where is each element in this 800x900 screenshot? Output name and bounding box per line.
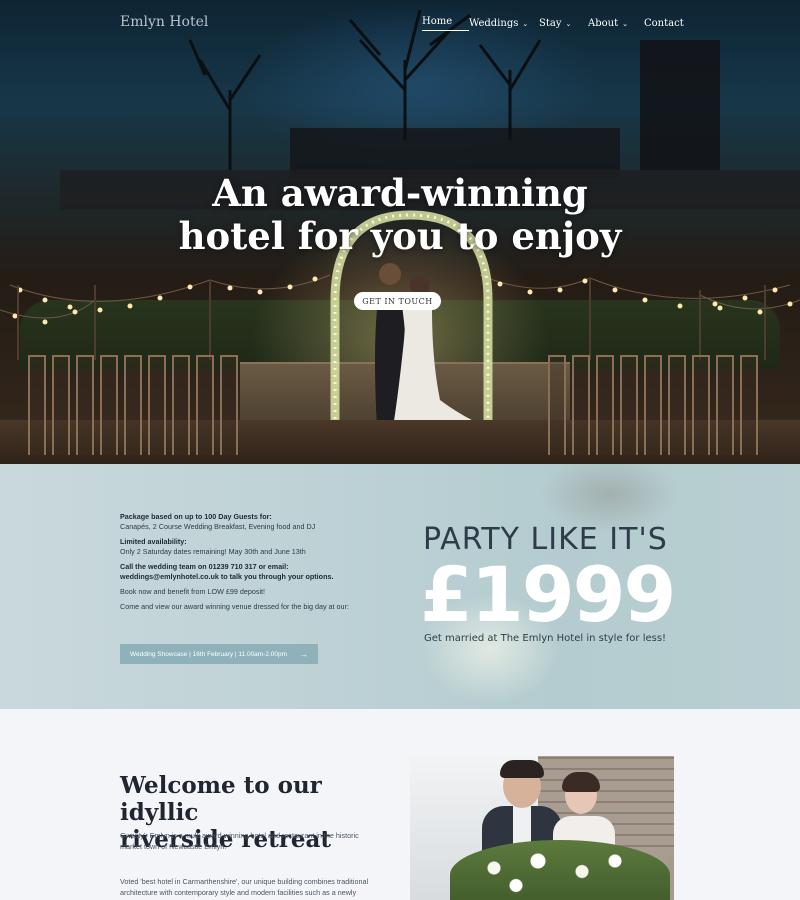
- chevron-down-icon: ⌄: [522, 19, 529, 28]
- hero-title-line2: hotel for you to enjoy: [178, 214, 622, 258]
- email-link[interactable]: weddings@emlynhotel.co.uk to talk you th…: [120, 572, 333, 581]
- availability-text: Only 2 Saturday dates remaining! May 30t…: [120, 547, 306, 556]
- arrow-right-icon: →: [300, 649, 308, 659]
- wedding-couple-photo: [410, 756, 674, 900]
- chairs-left: [28, 355, 238, 455]
- nav-item-weddings[interactable]: Weddings ⌄: [469, 16, 539, 31]
- welcome-paragraph-2: Voted 'best hotel in Carmarthenshire', o…: [120, 877, 369, 897]
- nav-menu: Home Weddings ⌄ Stay ⌄ About ⌄ Contact: [422, 16, 684, 31]
- promo-details: Package based on up to 100 Day Guests fo…: [120, 512, 380, 617]
- welcome-paragraph-1: Gwesty'r Emlyn is a multi award-winning …: [120, 831, 359, 851]
- price-display: £1999: [420, 550, 676, 639]
- chevron-down-icon: ⌄: [565, 19, 572, 28]
- package-heading: Package based on up to 100 Day Guests fo…: [120, 512, 272, 521]
- call-text: Call the wedding team on 01239 710 317 o…: [120, 562, 289, 571]
- photo-groom-shirt: [513, 806, 531, 846]
- get-in-touch-button[interactable]: GET IN TOUCH: [354, 292, 441, 310]
- availability-heading: Limited availability:: [120, 537, 187, 546]
- nav-item-label: Weddings: [469, 18, 519, 29]
- top-navigation: Emlyn Hotel Home Weddings ⌄ Stay ⌄ About…: [0, 0, 800, 46]
- hotel-logo[interactable]: Emlyn Hotel: [120, 14, 208, 30]
- nav-item-home[interactable]: Home: [422, 16, 469, 31]
- nav-item-about[interactable]: About ⌄: [588, 16, 644, 31]
- nav-item-label: Stay: [539, 18, 562, 29]
- promo-section: Package based on up to 100 Day Guests fo…: [0, 464, 800, 709]
- chairs-right: [548, 355, 758, 455]
- hero-title-line1: An award-winning: [212, 171, 588, 215]
- package-items: Canapés, 2 Course Wedding Breakfast, Eve…: [120, 522, 316, 531]
- welcome-title-line1: Welcome to our idyllic: [120, 772, 322, 826]
- nav-item-stay[interactable]: Stay ⌄: [539, 16, 588, 31]
- showcase-button-label: Wedding Showcase | 16th February | 11.00…: [130, 650, 288, 658]
- showcase-intro: Come and view our award winning venue dr…: [120, 602, 349, 611]
- wedding-showcase-button[interactable]: Wedding Showcase | 16th February | 11.00…: [120, 644, 318, 664]
- nav-item-contact[interactable]: Contact: [644, 16, 684, 31]
- nav-item-label: About: [588, 18, 619, 29]
- hero-title: An award-winning hotel for you to enjoy: [0, 172, 800, 258]
- hero-section: Emlyn Hotel Home Weddings ⌄ Stay ⌄ About…: [0, 0, 800, 464]
- nav-item-label: Home: [422, 16, 453, 27]
- promo-tagline: Get married at The Emlyn Hotel in style …: [424, 633, 667, 644]
- photo-bride-hair: [562, 772, 600, 792]
- photo-groom-hair: [500, 760, 544, 778]
- chevron-down-icon: ⌄: [622, 19, 628, 28]
- deposit-text: Book now and benefit from LOW £99 deposi…: [120, 587, 266, 596]
- nav-item-label: Contact: [644, 18, 684, 29]
